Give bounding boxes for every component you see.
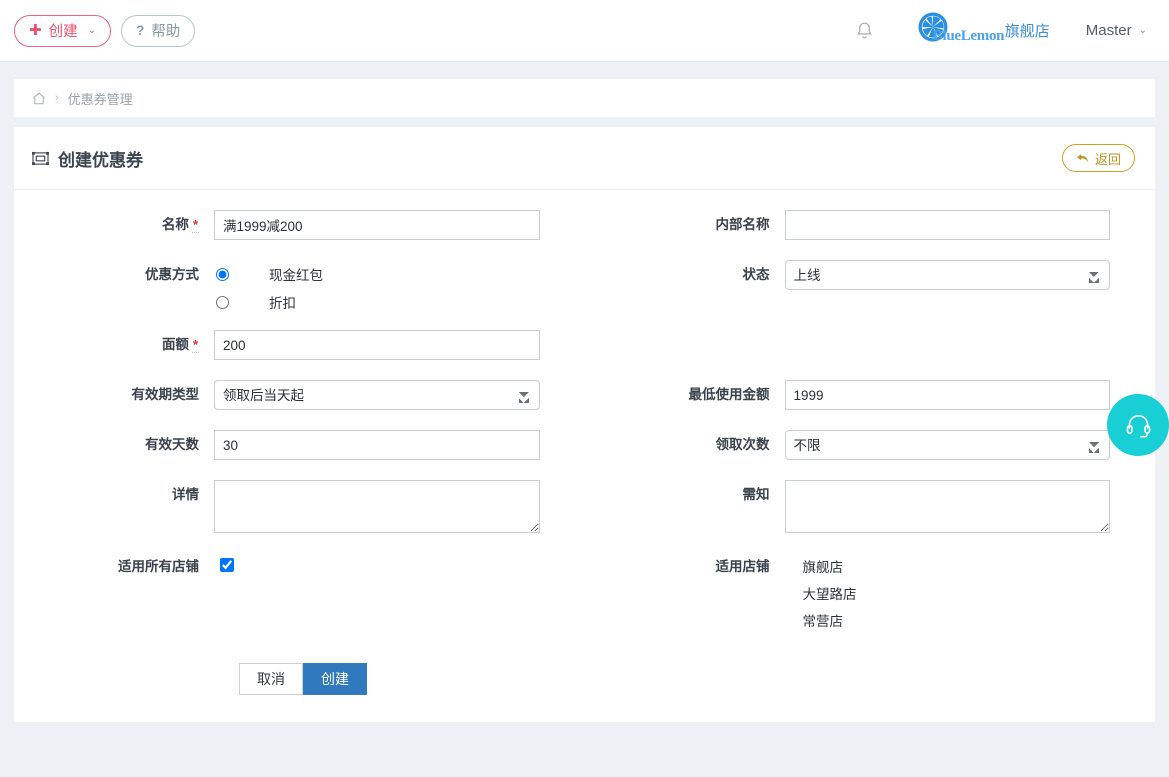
valid-days-input[interactable] bbox=[214, 430, 540, 460]
field-status: 状态 上线 bbox=[585, 260, 1156, 316]
field-details-label: 详情 bbox=[14, 480, 214, 510]
back-button-label: 返回 bbox=[1095, 149, 1121, 168]
form-row-details-notice: 详情 需知 bbox=[14, 480, 1155, 538]
brand-logo[interactable]: BlueLemon bbox=[907, 10, 989, 52]
coupon-icon bbox=[32, 151, 49, 166]
customer-support-button[interactable] bbox=[1107, 394, 1169, 456]
back-button[interactable]: 返回 bbox=[1062, 144, 1135, 172]
field-all-stores-label: 适用所有店铺 bbox=[14, 552, 214, 582]
back-arrow-icon bbox=[1076, 153, 1089, 164]
internal-name-input[interactable] bbox=[785, 210, 1110, 240]
create-button-label: 创建 bbox=[49, 20, 78, 41]
radio-option-cash[interactable]: 现金红包 bbox=[214, 260, 569, 288]
cancel-button[interactable]: 取消 bbox=[239, 663, 303, 695]
form-row-names: 名称* 内部名称 bbox=[14, 210, 1155, 240]
field-details: 详情 bbox=[14, 480, 585, 538]
field-notice-label: 需知 bbox=[585, 480, 785, 510]
notifications-button[interactable] bbox=[845, 21, 885, 41]
field-claim-times: 领取次数 不限 bbox=[585, 430, 1156, 460]
field-min-amount-label: 最低使用金额 bbox=[585, 380, 785, 410]
face-value-input[interactable] bbox=[214, 330, 540, 360]
field-face-value-label-text: 面额 bbox=[162, 337, 189, 352]
claim-times-select[interactable]: 不限 bbox=[785, 430, 1110, 460]
radio-discount-input[interactable] bbox=[216, 296, 229, 309]
field-status-label: 状态 bbox=[585, 260, 785, 290]
account-menu[interactable]: Master ⌄ bbox=[1086, 22, 1147, 39]
topbar-right-actions: BlueLemon 旗舰店 Master ⌄ bbox=[845, 10, 1169, 52]
help-button[interactable]: ? 帮助 bbox=[121, 15, 195, 47]
form-row-face-value: 面额* bbox=[14, 330, 1155, 360]
card-header: 创建优惠券 返回 bbox=[14, 127, 1155, 190]
chevron-down-icon: ⌄ bbox=[88, 25, 96, 36]
topbar-left-actions: ✚ 创建 ⌄ ? 帮助 bbox=[0, 15, 195, 47]
form-row-validity-minamount: 有效期类型 领取后当天起 最低使用金额 bbox=[14, 380, 1155, 410]
field-face-value-label: 面额* bbox=[14, 330, 214, 360]
home-icon[interactable] bbox=[32, 92, 46, 105]
brand-logo-text: BlueLemon bbox=[933, 28, 1004, 45]
radio-cash-label: 现金红包 bbox=[269, 264, 323, 284]
field-valid-days: 有效天数 bbox=[14, 430, 585, 460]
help-button-label: 帮助 bbox=[151, 20, 180, 41]
form-row-type-status: 优惠方式 现金红包 折扣 状态 上线 bbox=[14, 260, 1155, 316]
field-min-amount: 最低使用金额 bbox=[585, 380, 1156, 410]
page-title: 创建优惠券 bbox=[32, 146, 143, 171]
field-notice: 需知 bbox=[585, 480, 1156, 538]
all-stores-checkbox[interactable] bbox=[220, 558, 234, 572]
create-coupon-card: 创建优惠券 返回 名称* 内部名称 bbox=[14, 127, 1155, 722]
discount-type-radio-group: 现金红包 折扣 bbox=[214, 260, 585, 316]
field-name-label-text: 名称 bbox=[162, 217, 189, 232]
bell-icon bbox=[855, 21, 874, 41]
required-marker: * bbox=[192, 217, 199, 233]
field-discount-type: 优惠方式 现金红包 折扣 bbox=[14, 260, 585, 316]
question-mark-icon: ? bbox=[136, 23, 144, 38]
field-applicable-stores-label: 适用店铺 bbox=[585, 552, 785, 582]
breadcrumb: › 优惠券管理 bbox=[14, 79, 1155, 117]
validity-type-select[interactable]: 领取后当天起 bbox=[214, 380, 540, 410]
field-valid-days-label: 有效天数 bbox=[14, 430, 214, 460]
headset-icon bbox=[1125, 412, 1152, 439]
field-validity-type-label: 有效期类型 bbox=[14, 380, 214, 410]
coupon-form: 名称* 内部名称 优惠方式 现金红包 bbox=[14, 190, 1155, 695]
applicable-stores-list: 旗舰店 大望路店 常营店 bbox=[785, 552, 1156, 635]
min-amount-input[interactable] bbox=[785, 380, 1110, 410]
list-item[interactable]: 大望路店 bbox=[785, 581, 1140, 608]
form-actions: 取消 创建 bbox=[14, 635, 1155, 695]
account-menu-label: Master bbox=[1086, 22, 1132, 39]
list-item[interactable]: 旗舰店 bbox=[785, 554, 1140, 581]
chevron-down-icon: ⌄ bbox=[1139, 25, 1147, 36]
field-validity-type: 有效期类型 领取后当天起 bbox=[14, 380, 585, 410]
breadcrumb-item-coupon-management[interactable]: 优惠券管理 bbox=[68, 89, 133, 108]
radio-cash-input[interactable] bbox=[216, 268, 229, 281]
field-name: 名称* bbox=[14, 210, 585, 240]
name-input[interactable] bbox=[214, 210, 540, 240]
notice-textarea[interactable] bbox=[785, 480, 1110, 533]
details-textarea[interactable] bbox=[214, 480, 540, 533]
page-title-text: 创建优惠券 bbox=[58, 146, 143, 171]
create-button[interactable]: ✚ 创建 ⌄ bbox=[14, 15, 111, 47]
field-face-value: 面额* bbox=[14, 330, 585, 360]
form-row-stores: 适用所有店铺 适用店铺 旗舰店 大望路店 常营店 bbox=[14, 552, 1155, 635]
form-row-days-claims: 有效天数 领取次数 不限 bbox=[14, 430, 1155, 460]
field-applicable-stores: 适用店铺 旗舰店 大望路店 常营店 bbox=[585, 552, 1156, 635]
field-all-stores: 适用所有店铺 bbox=[14, 552, 585, 635]
field-internal-name-label: 内部名称 bbox=[585, 210, 785, 240]
submit-create-button[interactable]: 创建 bbox=[303, 663, 367, 695]
status-select[interactable]: 上线 bbox=[785, 260, 1110, 290]
current-shop-link[interactable]: 旗舰店 bbox=[1005, 20, 1050, 41]
field-internal-name: 内部名称 bbox=[585, 210, 1156, 240]
top-navigation-bar: ✚ 创建 ⌄ ? 帮助 bbox=[0, 0, 1169, 62]
required-marker: * bbox=[192, 337, 199, 353]
field-name-label: 名称* bbox=[14, 210, 214, 240]
plus-icon: ✚ bbox=[29, 23, 42, 38]
list-item[interactable]: 常营店 bbox=[785, 608, 1140, 635]
radio-option-discount[interactable]: 折扣 bbox=[214, 288, 569, 316]
breadcrumb-separator: › bbox=[55, 92, 59, 104]
radio-discount-label: 折扣 bbox=[269, 292, 296, 312]
field-claim-times-label: 领取次数 bbox=[585, 430, 785, 460]
field-discount-type-label: 优惠方式 bbox=[14, 260, 214, 290]
